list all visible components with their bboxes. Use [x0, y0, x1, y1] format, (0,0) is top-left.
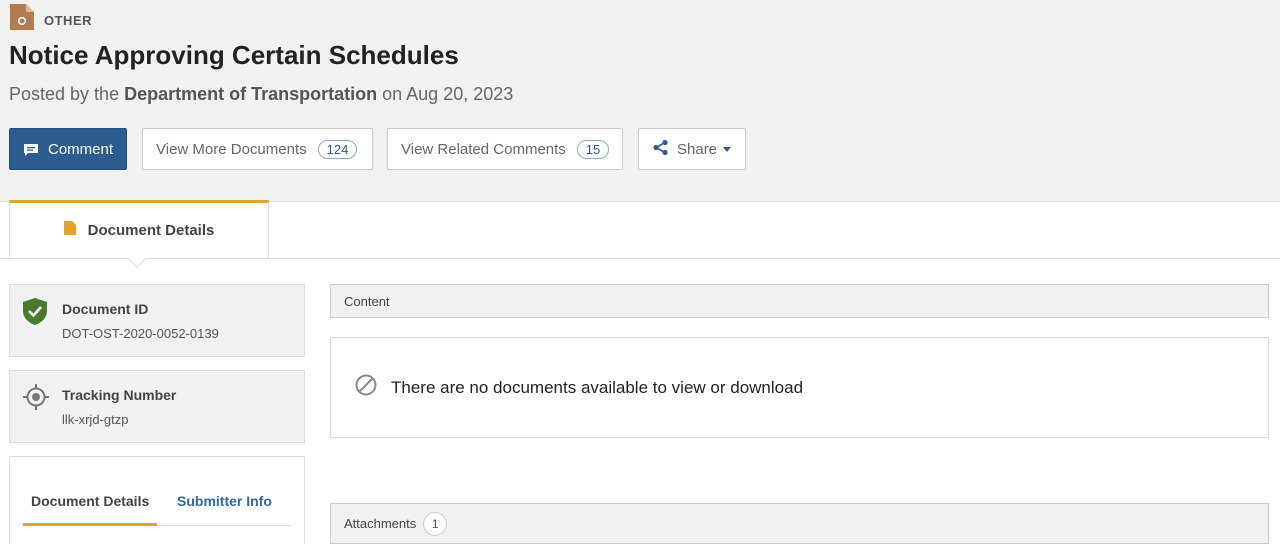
- document-type-icon: [10, 4, 34, 30]
- comments-count-badge: 15: [576, 139, 610, 159]
- document-header: OTHER Notice Approving Certain Schedules…: [0, 0, 1280, 202]
- agency-name: Department of Transportation: [124, 84, 378, 104]
- attachments-label: Attachments: [344, 516, 417, 531]
- subtab-submitter-info[interactable]: Submitter Info: [177, 493, 272, 509]
- posted-by-line: Posted by the Department of Transportati…: [9, 84, 513, 105]
- page-title: Notice Approving Certain Schedules: [9, 40, 459, 70]
- view-related-comments-label: View Related Comments: [401, 140, 566, 158]
- document-id-value: DOT-OST-2020-0052-0139: [62, 326, 219, 341]
- details-tabs-panel: Document Details Submitter Info: [9, 456, 305, 544]
- no-documents-message-box: There are no documents available to view…: [330, 337, 1269, 438]
- comment-button-label: Comment: [48, 140, 114, 158]
- document-icon: [63, 221, 76, 240]
- document-id-label: Document ID: [62, 301, 149, 317]
- share-button[interactable]: Share: [638, 128, 746, 170]
- posted-prefix: Posted by the: [9, 84, 120, 104]
- document-id-card: Document ID DOT-OST-2020-0052-0139: [9, 284, 305, 357]
- active-subtab-indicator: [23, 523, 157, 526]
- view-more-documents-button[interactable]: View More Documents 124: [142, 128, 373, 170]
- tab-document-details-label: Document Details: [87, 222, 215, 239]
- view-more-documents-label: View More Documents: [156, 140, 307, 158]
- comment-button[interactable]: Comment: [9, 128, 127, 170]
- subtab-document-details[interactable]: Document Details: [31, 493, 149, 509]
- content-section-label: Content: [344, 293, 390, 309]
- crosshair-icon: [23, 384, 49, 415]
- document-type: OTHER: [10, 4, 92, 30]
- share-label: Share: [677, 140, 718, 158]
- tracking-number-value: llk-xrjd-gtzp: [62, 412, 129, 427]
- attachments-section-header[interactable]: Attachments 1: [330, 503, 1269, 544]
- no-entry-icon: [355, 374, 377, 401]
- documents-count-badge: 124: [317, 139, 358, 159]
- comment-icon: [24, 143, 38, 156]
- shield-check-icon: [23, 298, 47, 330]
- posted-date: on Aug 20, 2023: [382, 84, 514, 104]
- tab-divider: [0, 258, 1280, 259]
- no-documents-message: There are no documents available to view…: [391, 377, 804, 397]
- tracking-number-label: Tracking Number: [62, 387, 177, 403]
- chevron-down-icon: [723, 146, 732, 152]
- view-related-comments-button[interactable]: View Related Comments 15: [387, 128, 623, 170]
- document-type-label: OTHER: [44, 12, 92, 28]
- share-icon: [652, 139, 669, 160]
- content-section-header: Content: [330, 284, 1269, 318]
- attachments-count-badge: 1: [423, 511, 448, 536]
- tracking-number-card: Tracking Number llk-xrjd-gtzp: [9, 370, 305, 443]
